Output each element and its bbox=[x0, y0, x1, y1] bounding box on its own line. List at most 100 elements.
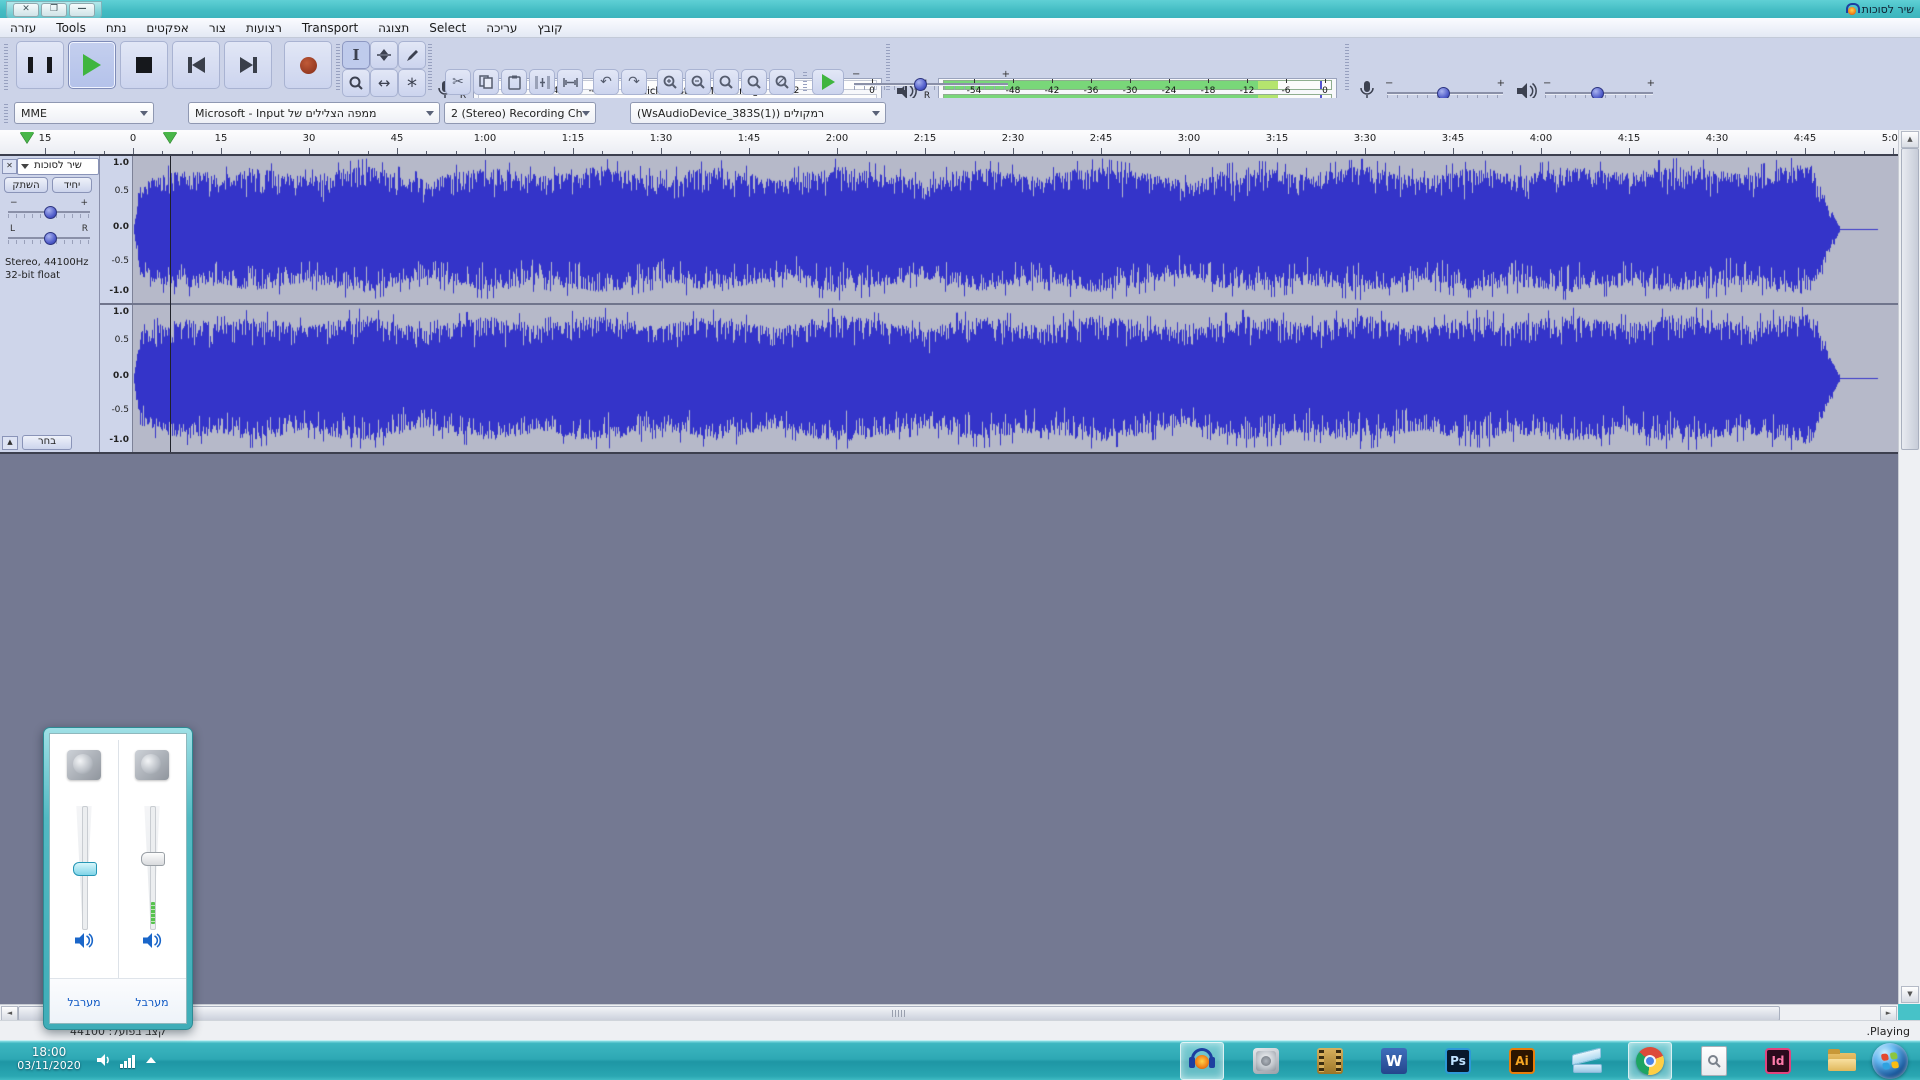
recording-channels-select[interactable]: 2 (Stereo) Recording Ch bbox=[444, 102, 596, 124]
playhead-marker-icon[interactable] bbox=[20, 132, 34, 143]
zoom-out-button[interactable] bbox=[685, 69, 711, 95]
record-button[interactable] bbox=[284, 41, 332, 89]
waveform-right-channel[interactable] bbox=[133, 305, 1898, 452]
taskbar-icon-movie-maker[interactable] bbox=[1308, 1042, 1352, 1080]
taskbar-icon-search[interactable] bbox=[1692, 1042, 1736, 1080]
copy-button[interactable] bbox=[473, 69, 499, 95]
toolbar-grip[interactable] bbox=[336, 44, 340, 92]
selection-tool-button[interactable]: I bbox=[342, 41, 370, 69]
vertical-scale-right[interactable]: 1.00.50.0-0.5-1.0 bbox=[100, 305, 133, 452]
paste-button[interactable] bbox=[501, 69, 527, 95]
taskbar-clock[interactable]: 18:00 03/11/2020 bbox=[14, 1045, 84, 1072]
zoom-toggle-button[interactable] bbox=[769, 69, 795, 95]
gain-slider[interactable]: − + bbox=[8, 198, 90, 220]
open-mixer-link[interactable]: מערבל bbox=[50, 996, 118, 1009]
scroll-left-arrow[interactable]: ◄ bbox=[1, 1006, 18, 1021]
volume-slider-thumb[interactable] bbox=[141, 852, 165, 866]
pan-slider[interactable]: L R bbox=[8, 224, 90, 246]
speaker-icon[interactable] bbox=[74, 932, 94, 949]
track-collapse-button[interactable]: ▲ bbox=[2, 436, 18, 450]
envelope-tool-button[interactable] bbox=[370, 41, 398, 69]
taskbar-icon-indesign[interactable]: Id bbox=[1756, 1042, 1800, 1080]
toolbar-grip[interactable] bbox=[4, 104, 8, 124]
cut-button[interactable]: ✂ bbox=[445, 69, 471, 95]
toolbar-grip[interactable] bbox=[428, 44, 432, 92]
taskbar-icon-audacity[interactable] bbox=[1180, 1042, 1224, 1080]
timeshift-tool-button[interactable]: ↔ bbox=[370, 69, 398, 97]
tray-volume-icon[interactable] bbox=[96, 1053, 112, 1067]
menu-item[interactable]: רצועות bbox=[236, 19, 292, 37]
multi-tool-button[interactable]: * bbox=[398, 69, 426, 97]
taskbar-icon-illustrator[interactable]: Ai bbox=[1500, 1042, 1544, 1080]
zoom-in-button[interactable] bbox=[657, 69, 683, 95]
draw-tool-button[interactable] bbox=[398, 41, 426, 69]
menu-item[interactable]: תצוגה bbox=[368, 19, 419, 37]
solo-button[interactable]: יחיד bbox=[52, 177, 92, 193]
zoom-tool-button[interactable] bbox=[342, 69, 370, 97]
fit-project-button[interactable] bbox=[741, 69, 767, 95]
slider-max-label: + bbox=[1647, 78, 1655, 89]
fit-selection-button[interactable] bbox=[713, 69, 739, 95]
taskbar-icon-chrome[interactable] bbox=[1628, 1042, 1672, 1080]
taskbar-icon-media-player[interactable] bbox=[1244, 1042, 1288, 1080]
vertical-scrollbar[interactable]: ▲ ▼ bbox=[1898, 130, 1920, 1004]
audio-host-select[interactable]: MME bbox=[14, 102, 154, 124]
volume-slider-thumb[interactable] bbox=[73, 862, 97, 876]
restore-window-button[interactable]: ❐ bbox=[41, 3, 67, 17]
taskbar-icon-folder[interactable] bbox=[1820, 1042, 1864, 1080]
menu-item[interactable]: נתח bbox=[96, 19, 137, 37]
pause-button[interactable] bbox=[16, 41, 64, 89]
scroll-down-arrow[interactable]: ▼ bbox=[1901, 986, 1919, 1003]
skip-to-end-button[interactable] bbox=[224, 41, 272, 89]
menu-item[interactable]: צור bbox=[199, 19, 236, 37]
slider-thumb[interactable] bbox=[914, 78, 927, 91]
slider-thumb[interactable] bbox=[44, 232, 57, 245]
menu-item[interactable]: עריכה bbox=[476, 19, 527, 37]
play-at-speed-button[interactable] bbox=[812, 69, 844, 95]
silence-audio-button[interactable] bbox=[557, 69, 583, 95]
taskbar-icon-photoshop[interactable]: Ps bbox=[1436, 1042, 1480, 1080]
recording-device-select[interactable]: ממפה הצלילים של Microsoft - Input bbox=[188, 102, 440, 124]
menu-item[interactable]: קובץ bbox=[527, 19, 572, 37]
playhead-marker-icon[interactable] bbox=[163, 132, 177, 143]
tray-show-hidden-icon[interactable] bbox=[146, 1057, 156, 1063]
toolbar-grip[interactable] bbox=[803, 72, 807, 92]
menu-item[interactable]: Transport bbox=[292, 19, 368, 37]
slider-thumb[interactable] bbox=[44, 206, 57, 219]
menu-item[interactable]: עזרה bbox=[0, 19, 46, 37]
mute-button[interactable]: השתק bbox=[4, 177, 48, 193]
vertical-scroll-thumb[interactable] bbox=[1901, 148, 1919, 450]
timeline-ruler[interactable]: 1501530451:001:151:301:452:002:152:302:4… bbox=[0, 130, 1898, 155]
toolbar-grip[interactable] bbox=[1345, 44, 1349, 92]
undo-button[interactable]: ↶ bbox=[593, 69, 619, 95]
menu-item[interactable]: Tools bbox=[46, 19, 96, 37]
play-button[interactable] bbox=[68, 41, 116, 89]
start-button[interactable] bbox=[1872, 1043, 1908, 1079]
track-name-dropdown[interactable]: שיר לסוכות bbox=[17, 158, 99, 175]
redo-button[interactable]: ↷ bbox=[621, 69, 647, 95]
vertical-scale-left[interactable]: 1.00.50.0-0.5-1.0 bbox=[100, 156, 133, 303]
playback-device-select[interactable]: רמקולים (WsAudioDevice_383S(1)) bbox=[630, 102, 886, 124]
horizontal-scrollbar[interactable]: ◄ ► bbox=[0, 1004, 1898, 1020]
ruler-time-label: 4:00 bbox=[1526, 133, 1556, 144]
track-close-button[interactable]: ✕ bbox=[2, 159, 17, 174]
track-select-button[interactable]: בחר bbox=[22, 435, 72, 450]
close-window-button[interactable]: ✕ bbox=[13, 3, 39, 17]
play-speed-slider[interactable]: − + bbox=[852, 69, 1010, 93]
tray-network-icon[interactable] bbox=[120, 1055, 135, 1068]
menu-item[interactable]: Select bbox=[419, 19, 476, 37]
skip-to-start-button[interactable] bbox=[172, 41, 220, 89]
taskbar-icon-scanner[interactable] bbox=[1564, 1042, 1608, 1080]
horizontal-scroll-thumb[interactable] bbox=[18, 1006, 1780, 1021]
minimize-window-button[interactable]: — bbox=[69, 3, 95, 17]
menu-item[interactable]: אפקטים bbox=[136, 19, 198, 37]
speaker-icon[interactable] bbox=[142, 932, 162, 949]
waveform-left-channel[interactable] bbox=[133, 156, 1898, 303]
toolbar-grip[interactable] bbox=[4, 44, 8, 92]
stop-button[interactable] bbox=[120, 41, 168, 89]
open-mixer-link[interactable]: מערבל bbox=[118, 996, 186, 1009]
taskbar-icon-word[interactable]: W bbox=[1372, 1042, 1416, 1080]
scroll-right-arrow[interactable]: ► bbox=[1880, 1006, 1897, 1021]
trim-audio-button[interactable] bbox=[529, 69, 555, 95]
scroll-up-arrow[interactable]: ▲ bbox=[1901, 131, 1919, 148]
